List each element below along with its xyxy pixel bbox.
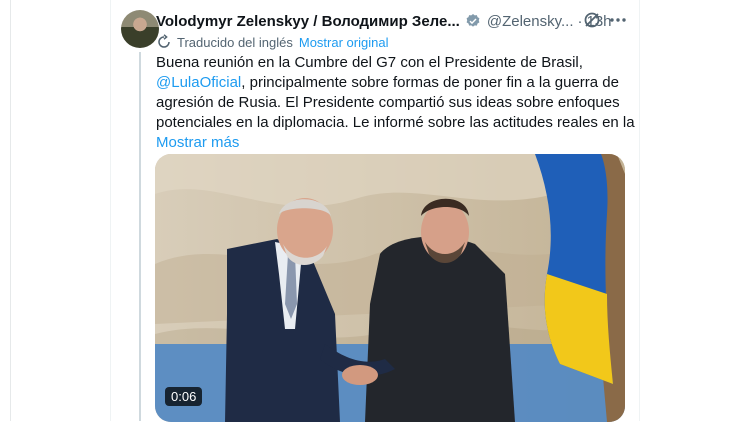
author-handle[interactable]: @Zelensky... [487, 13, 574, 30]
verified-badge-icon [466, 14, 480, 27]
author-avatar[interactable] [121, 10, 159, 48]
tweet-header: Volodymyr Zelenskyy / Володимир Зеле... … [156, 11, 612, 31]
tweet-text-fragment: , principalmente sobre formas de poner f… [241, 74, 619, 91]
show-original-link[interactable]: Mostrar original [299, 35, 389, 50]
translation-row: Traducido del inglés Mostrar original [156, 33, 388, 51]
show-more-link[interactable]: Mostrar más [156, 133, 634, 153]
video-duration-badge: 0:06 [165, 387, 203, 406]
translated-label: Traducido del inglés [177, 34, 293, 50]
video-player[interactable]: 0:06 [155, 154, 625, 422]
translate-icon [158, 34, 170, 48]
tweet-text-line: @LulaOficial, principalmente sobre forma… [156, 73, 634, 93]
video-thumbnail [155, 154, 625, 422]
mention-link[interactable]: @LulaOficial [156, 74, 241, 91]
thread-line [139, 52, 141, 421]
tweet-text-line: Buena reunión en la Cumbre del G7 con el… [156, 54, 583, 71]
page-edge [0, 0, 11, 421]
tweet-text-line: agresión de Rusia. El Presidente compart… [156, 94, 620, 111]
author-name[interactable]: Volodymyr Zelenskyy / Володимир Зеле... [156, 13, 460, 30]
grok-icon[interactable] [582, 10, 602, 30]
more-dots-icon[interactable] [608, 10, 628, 30]
tweet-text: Buena reunión en la Cumbre del G7 con el… [156, 53, 635, 153]
tweet-text-line: potenciales en la diplomacia. Le informé… [156, 114, 635, 131]
tweet-card[interactable]: Volodymyr Zelenskyy / Володимир Зеле... … [110, 0, 640, 422]
